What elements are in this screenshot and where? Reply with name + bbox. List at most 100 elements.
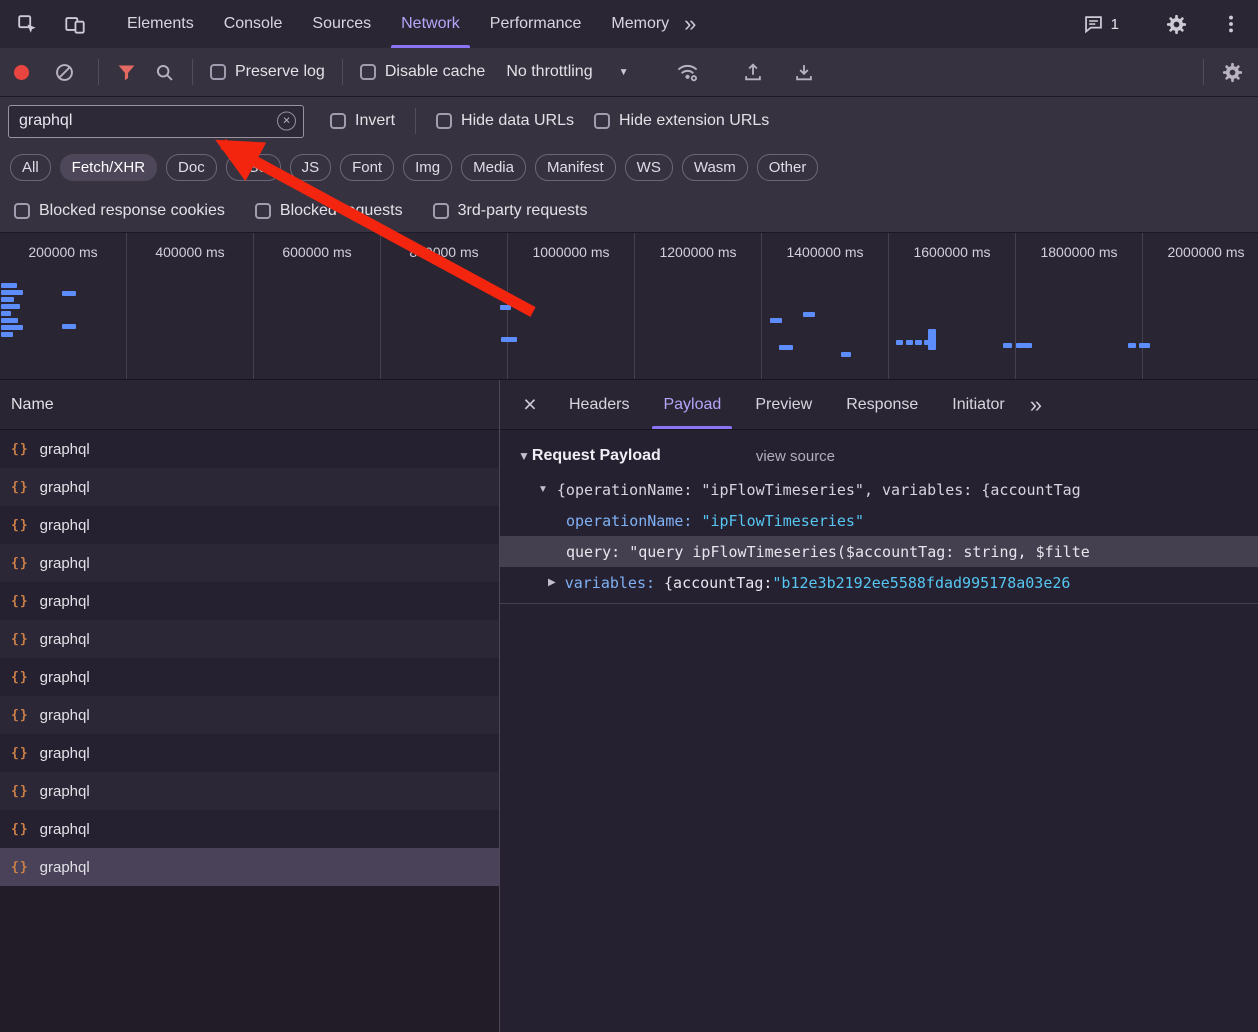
type-filter-ws[interactable]: WS	[625, 154, 673, 181]
tab-sources[interactable]: Sources	[297, 0, 386, 48]
type-filter-media[interactable]: Media	[461, 154, 526, 181]
collapse-object-icon[interactable]: ▼	[538, 484, 548, 495]
request-name: graphql	[40, 859, 90, 876]
timeline-tick-label: 600000 ms	[282, 244, 351, 379]
blocked-response-cookies-checkbox[interactable]: Blocked response cookies	[14, 202, 225, 220]
waterfall-bar	[1, 311, 11, 316]
fetch-xhr-braces-icon: {}	[11, 784, 29, 799]
waterfall-bar	[1, 318, 18, 323]
import-har-icon[interactable]	[742, 61, 764, 83]
detail-tab-response[interactable]: Response	[829, 380, 935, 429]
request-row[interactable]: {}graphql	[0, 658, 499, 696]
invert-checkbox[interactable]: Invert	[330, 112, 395, 130]
request-row[interactable]: {}graphql	[0, 620, 499, 658]
timeline-overview[interactable]: 200000 ms400000 ms600000 ms800000 ms1000…	[0, 232, 1258, 380]
type-filter-css[interactable]: CSS	[226, 154, 281, 181]
detail-tab-initiator[interactable]: Initiator	[935, 380, 1021, 429]
blocked-requests-checkbox[interactable]: Blocked requests	[255, 202, 403, 220]
request-row[interactable]: {}graphql	[0, 544, 499, 582]
more-detail-tabs-icon[interactable]: »	[1030, 394, 1042, 416]
request-row[interactable]: {}graphql	[0, 810, 499, 848]
tab-network[interactable]: Network	[386, 0, 475, 48]
collapse-section-icon[interactable]: ▼	[518, 449, 530, 463]
console-messages-group[interactable]: 1	[1083, 14, 1119, 35]
detail-tab-preview[interactable]: Preview	[738, 380, 829, 429]
preserve-log-checkbox[interactable]: Preserve log	[210, 63, 325, 81]
filter-input[interactable]	[8, 105, 304, 138]
checkbox-box	[210, 64, 226, 80]
view-source-link[interactable]: view source	[756, 448, 835, 465]
kebab-menu-icon[interactable]	[1220, 13, 1242, 35]
property-value: "ipFlowTimeseries"	[701, 512, 864, 530]
record-network-log-button[interactable]	[14, 65, 29, 80]
type-filter-font[interactable]: Font	[340, 154, 394, 181]
throttling-select[interactable]: No throttling ▼	[502, 63, 632, 81]
timeline-tick-label: 400000 ms	[155, 244, 224, 379]
clear-filter-icon[interactable]: ×	[277, 112, 296, 131]
detail-tab-headers[interactable]: Headers	[552, 380, 646, 429]
waterfall-bar	[915, 340, 922, 345]
hide-extension-urls-checkbox[interactable]: Hide extension URLs	[594, 112, 769, 130]
timeline-tick-label: 1200000 ms	[659, 244, 736, 379]
waterfall-bar	[1128, 343, 1136, 348]
request-row[interactable]: {}graphql	[0, 582, 499, 620]
network-conditions-icon[interactable]	[676, 61, 699, 84]
type-filter-img[interactable]: Img	[403, 154, 452, 181]
timeline-tick-label: 1000000 ms	[532, 244, 609, 379]
timeline-column: 1000000 ms	[508, 233, 635, 379]
type-filter-doc[interactable]: Doc	[166, 154, 217, 181]
disable-cache-checkbox[interactable]: Disable cache	[360, 63, 486, 81]
fetch-xhr-braces-icon: {}	[11, 632, 29, 647]
request-row[interactable]: {}graphql	[0, 848, 499, 886]
close-detail-icon[interactable]: ×	[508, 391, 552, 418]
network-settings-gear-icon[interactable]	[1221, 61, 1244, 84]
type-filter-other[interactable]: Other	[757, 154, 819, 181]
checkbox-label: Preserve log	[235, 63, 325, 81]
type-filter-fetch-xhr[interactable]: Fetch/XHR	[60, 154, 157, 181]
waterfall-bar	[500, 305, 511, 310]
waterfall-bar	[1, 325, 23, 330]
resource-type-filters: All Fetch/XHR Doc CSS JS Font Img Media …	[0, 145, 1258, 190]
name-column-header[interactable]: Name	[0, 380, 499, 430]
tab-memory[interactable]: Memory	[596, 0, 684, 48]
type-filter-all[interactable]: All	[10, 154, 51, 181]
export-har-icon[interactable]	[793, 61, 815, 83]
hide-data-urls-checkbox[interactable]: Hide data URLs	[436, 112, 574, 130]
settings-gear-icon[interactable]	[1165, 13, 1188, 36]
toolbar-divider	[1203, 59, 1204, 85]
filter-field-wrap: ×	[8, 105, 304, 138]
tab-elements[interactable]: Elements	[112, 0, 209, 48]
payload-property-operationname[interactable]: operationName: "ipFlowTimeseries"	[500, 505, 1258, 536]
timeline-column: 1600000 ms	[889, 233, 1016, 379]
tab-performance[interactable]: Performance	[475, 0, 597, 48]
third-party-requests-checkbox[interactable]: 3rd-party requests	[433, 202, 588, 220]
payload-object-preview[interactable]: ▼ {operationName: "ipFlowTimeseries", va…	[500, 474, 1258, 505]
request-name: graphql	[40, 821, 90, 838]
waterfall-bar	[1016, 343, 1032, 348]
filter-funnel-icon[interactable]	[116, 62, 137, 83]
clear-network-log-icon[interactable]	[54, 62, 75, 83]
device-toolbar-icon[interactable]	[64, 13, 86, 35]
type-filter-manifest[interactable]: Manifest	[535, 154, 616, 181]
inspect-element-icon[interactable]	[16, 13, 38, 35]
waterfall-bar	[1, 297, 14, 302]
search-icon[interactable]	[154, 62, 175, 83]
more-tabs-icon[interactable]: »	[684, 13, 696, 35]
request-row[interactable]: {}graphql	[0, 734, 499, 772]
type-filter-js[interactable]: JS	[290, 154, 332, 181]
checkbox-box	[14, 203, 30, 219]
tab-console[interactable]: Console	[209, 0, 298, 48]
request-row[interactable]: {}graphql	[0, 430, 499, 468]
type-filter-wasm[interactable]: Wasm	[682, 154, 748, 181]
request-row[interactable]: {}graphql	[0, 772, 499, 810]
request-row[interactable]: {}graphql	[0, 506, 499, 544]
payload-property-query[interactable]: query: "query ipFlowTimeseries($accountT…	[500, 536, 1258, 567]
request-row[interactable]: {}graphql	[0, 696, 499, 734]
request-row[interactable]: {}graphql	[0, 468, 499, 506]
detail-tab-payload[interactable]: Payload	[646, 380, 738, 429]
network-main-split: Name {}graphql{}graphql{}graphql{}graphq…	[0, 380, 1258, 1032]
expand-variables-icon[interactable]: ▶	[548, 577, 556, 588]
checkbox-box	[360, 64, 376, 80]
request-name: graphql	[40, 517, 90, 534]
payload-property-variables[interactable]: ▶ variables: {accountTag: "b12e3b2192ee5…	[500, 567, 1258, 598]
